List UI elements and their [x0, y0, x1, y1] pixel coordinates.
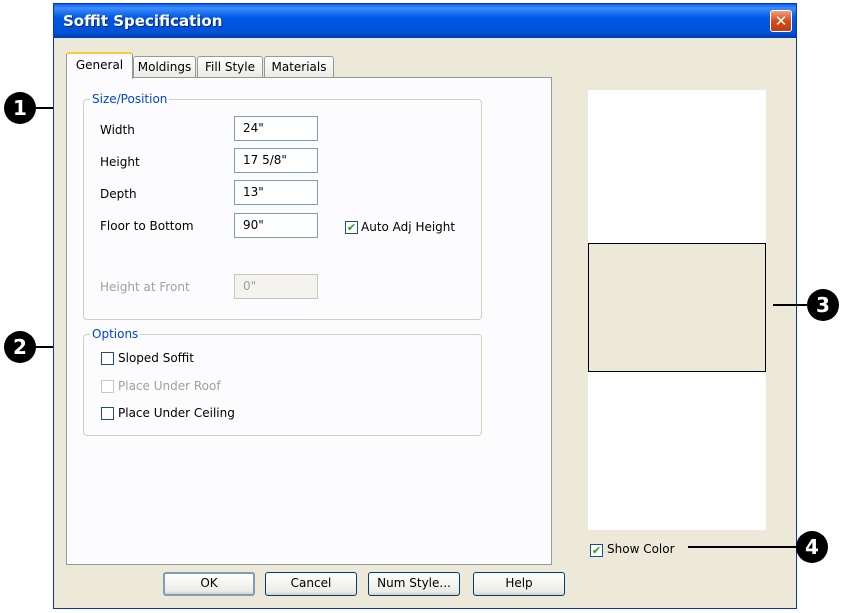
callout-4-leader: [688, 546, 796, 548]
callout-3: 3: [807, 289, 839, 321]
ok-button[interactable]: OK: [163, 572, 255, 596]
auto-adj-height-label[interactable]: Auto Adj Height: [361, 220, 455, 234]
num-style-button[interactable]: Num Style...: [368, 572, 460, 596]
floor-to-bottom-label: Floor to Bottom: [100, 219, 194, 233]
soffit-preview: [588, 90, 766, 530]
height-field[interactable]: 17 5/8": [234, 148, 318, 173]
window-title: Soffit Specification: [63, 12, 223, 30]
depth-field[interactable]: 13": [234, 180, 318, 205]
callout-3-leader: [773, 304, 807, 306]
help-button[interactable]: Help: [473, 572, 565, 596]
width-label: Width: [100, 123, 135, 137]
height-at-front-field[interactable]: 0": [234, 274, 318, 299]
title-bar[interactable]: Soffit Specification ✕: [54, 4, 796, 38]
tab-general[interactable]: General: [66, 52, 133, 79]
place-under-roof-checkbox[interactable]: [101, 380, 114, 393]
tab-moldings[interactable]: Moldings: [133, 56, 196, 77]
tab-fill-style[interactable]: Fill Style: [197, 56, 263, 77]
cancel-button[interactable]: Cancel: [265, 572, 357, 596]
place-under-roof-label[interactable]: Place Under Roof: [118, 379, 221, 393]
sloped-soffit-checkbox[interactable]: [101, 352, 114, 365]
callout-4: 4: [796, 531, 828, 563]
options-group-label: Options: [90, 327, 141, 341]
tab-materials[interactable]: Materials: [264, 56, 334, 77]
close-icon[interactable]: ✕: [770, 10, 792, 32]
size-position-group-label: Size/Position: [90, 92, 170, 106]
sloped-soffit-label[interactable]: Sloped Soffit: [118, 351, 194, 365]
floor-to-bottom-field[interactable]: 90": [234, 213, 318, 238]
height-at-front-label: Height at Front: [100, 280, 190, 294]
general-tab-panel: Size/Position Width 24" Height 17 5/8" D…: [66, 77, 552, 565]
auto-adj-height-checkbox[interactable]: ✔: [345, 221, 358, 234]
place-under-ceiling-label[interactable]: Place Under Ceiling: [118, 406, 235, 420]
show-color-label[interactable]: Show Color: [607, 542, 675, 556]
soffit-specification-dialog: Soffit Specification ✕ General Moldings …: [53, 3, 797, 609]
height-label: Height: [100, 155, 140, 169]
place-under-ceiling-checkbox[interactable]: [101, 407, 114, 420]
show-color-checkbox[interactable]: ✔: [590, 544, 603, 557]
soffit-preview-shape: [588, 243, 766, 372]
width-field[interactable]: 24": [234, 116, 318, 141]
depth-label: Depth: [100, 187, 137, 201]
callout-1: 1: [4, 92, 36, 124]
callout-2: 2: [4, 331, 36, 363]
